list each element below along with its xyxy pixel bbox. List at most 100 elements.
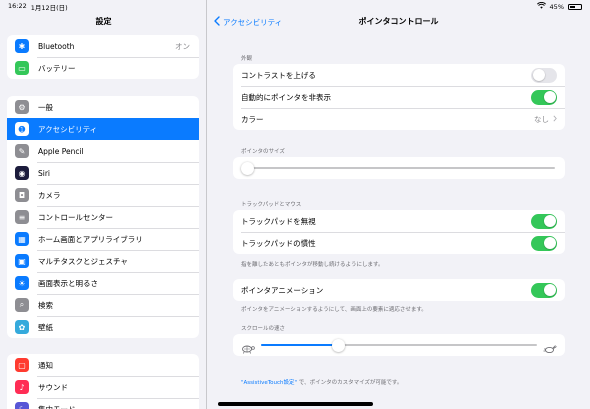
animation-group: ポインタアニメーション xyxy=(233,279,565,301)
sidebar-title: 設定 xyxy=(95,17,112,26)
increase-contrast-toggle[interactable] xyxy=(531,67,557,83)
siri-icon: ◉ xyxy=(15,166,29,180)
sidebar-item-label: 壁紙 xyxy=(38,322,53,332)
color-value: なし xyxy=(534,114,549,124)
trackpad-inertia-toggle[interactable] xyxy=(531,235,557,251)
pointer-animation-row: ポインタアニメーション xyxy=(233,279,565,301)
scroll-speed-slider[interactable] xyxy=(233,334,565,356)
sidebar-item-pencil[interactable]: ✎ Apple Pencil xyxy=(7,140,199,162)
sidebar-group-general: ⚙ 一般 ➊ アクセシビリティ ✎ Apple Pencil ◉ Siri ◘ カメラ ≡ コントロー… xyxy=(7,96,199,338)
assistive-touch-note: "AssistiveTouch設定" で、ポインタのカスタマイズが可能です。 xyxy=(241,378,402,386)
sidebar-item-wallpaper[interactable]: ✿ 壁紙 xyxy=(7,316,199,338)
wallpaper-icon: ✿ xyxy=(15,320,29,334)
sidebar-item-home-screen[interactable]: ▦ ホーム画面とアプリライブラリ xyxy=(7,228,199,250)
notifications-icon: ▢ xyxy=(15,358,29,372)
battery-percent: 45% xyxy=(549,2,564,11)
sidebar-item-gear[interactable]: ⚙ 一般 xyxy=(7,96,199,118)
trackpad-group: トラックパッドを無視 トラックパッドの慣性 xyxy=(233,210,565,254)
pointer-size-header: ポインタのサイズ xyxy=(241,149,285,155)
sidebar-item-label: Bluetooth xyxy=(38,41,75,51)
battery-level-fill xyxy=(570,5,575,8)
color-row[interactable]: カラー なし xyxy=(233,108,565,130)
scroll-speed-header: スクロールの速さ xyxy=(241,326,286,332)
trackpad-disable-toggle[interactable] xyxy=(531,213,557,229)
trackpad-disable-label: トラックパッドを無視 xyxy=(241,216,316,226)
sidebar-item-brightness[interactable]: ☀ 画面表示と明るさ xyxy=(7,272,199,294)
sidebar-group-notifications: ▢ 通知 ♪ サウンド ☾ 集中モード xyxy=(7,354,199,409)
pointer-control-pane: アクセシビリティ ポインタコントロール 外観 コントラストを上げる 自動的にポイ… xyxy=(207,0,590,409)
pointer-size-group xyxy=(233,157,565,179)
settings-sidebar: 設定 ✱ Bluetooth オン ▭ バッテリー ⚙ 一般 ➊ アクセシビリティ ✎ Apple… xyxy=(0,0,207,409)
trackpad-disable-row: トラックパッドを無視 xyxy=(233,210,565,232)
sidebar-item-search[interactable]: ⌕ 検索 xyxy=(7,294,199,316)
sidebar-item-control-center[interactable]: ≡ コントロールセンター xyxy=(7,206,199,228)
appearance-group: コントラストを上げる 自動的にポインタを非表示 カラー なし xyxy=(233,64,565,130)
auto-hide-pointer-row: 自動的にポインタを非表示 xyxy=(233,86,565,108)
sidebar-item-label: サウンド xyxy=(38,382,68,392)
trackpad-footer: 指を離したあともポインタが移動し続けるようにします。 xyxy=(241,262,384,268)
slider-thumb[interactable] xyxy=(331,338,345,352)
status-date: 1月12日(日) xyxy=(30,3,68,12)
assistive-touch-link[interactable]: "AssistiveTouch設定" xyxy=(241,380,297,386)
pointer-animation-label: ポインタアニメーション xyxy=(241,285,324,295)
turtle-icon xyxy=(241,339,255,356)
scroll-speed-group xyxy=(233,334,565,356)
sidebar-item-camera[interactable]: ◘ カメラ xyxy=(7,184,199,206)
slider-thumb[interactable] xyxy=(240,161,254,175)
sidebar-item-label: 集中モード xyxy=(38,404,76,409)
battery-status-icon xyxy=(568,3,582,10)
sidebar-group-connectivity: ✱ Bluetooth オン ▭ バッテリー xyxy=(7,35,199,79)
sidebar-item-notifications[interactable]: ▢ 通知 xyxy=(7,354,199,376)
sidebar-item-battery[interactable]: ▭ バッテリー xyxy=(7,57,199,79)
pointer-size-slider[interactable] xyxy=(233,157,565,179)
sidebar-item-multitasking[interactable]: ▣ マルチタスクとジェスチャ xyxy=(7,250,199,272)
home-indicator xyxy=(218,402,373,406)
hare-icon xyxy=(543,339,557,356)
camera-icon: ◘ xyxy=(15,188,29,202)
sidebar-item-value: オン xyxy=(175,41,190,51)
control-center-icon: ≡ xyxy=(15,210,29,224)
sidebar-item-label: 画面表示と明るさ xyxy=(38,278,98,288)
wifi-icon xyxy=(536,2,546,11)
sidebar-item-focus[interactable]: ☾ 集中モード xyxy=(7,398,199,409)
sidebar-item-label: 一般 xyxy=(38,102,53,112)
multitasking-icon: ▣ xyxy=(15,254,29,268)
sidebar-item-siri[interactable]: ◉ Siri xyxy=(7,162,199,184)
sidebar-item-label: 通知 xyxy=(38,360,53,370)
sidebar-item-label: Apple Pencil xyxy=(38,146,84,156)
appearance-header: 外観 xyxy=(241,56,253,62)
toggle-knob xyxy=(543,284,556,296)
battery-icon: ▭ xyxy=(15,61,29,75)
trackpad-header: トラックパッドとマウス xyxy=(241,202,302,208)
sidebar-item-label: コントロールセンター xyxy=(38,212,113,222)
sidebar-item-accessibility[interactable]: ➊ アクセシビリティ xyxy=(7,118,199,140)
gear-icon: ⚙ xyxy=(15,100,29,114)
pencil-icon: ✎ xyxy=(15,144,29,158)
auto-hide-pointer-toggle[interactable] xyxy=(531,89,557,105)
trackpad-inertia-label: トラックパッドの慣性 xyxy=(241,238,316,248)
focus-icon: ☾ xyxy=(15,402,29,409)
sidebar-item-label: カメラ xyxy=(38,190,61,200)
sidebar-item-label: アクセシビリティ xyxy=(38,124,98,134)
animation-footer: ポインタをアニメーションするようにして、画面上の要素に適応させます。 xyxy=(241,307,427,313)
color-label: カラー xyxy=(241,114,264,124)
sidebar-item-bluetooth[interactable]: ✱ Bluetooth オン xyxy=(7,35,199,57)
slider-fill xyxy=(261,344,339,346)
sidebar-item-label: ホーム画面とアプリライブラリ xyxy=(38,234,143,244)
toggle-knob xyxy=(543,215,556,227)
sidebar-item-label: 検索 xyxy=(38,300,53,310)
sidebar-item-label: Siri xyxy=(38,168,51,178)
status-time: 16:22 xyxy=(8,1,27,10)
sidebar-item-label: バッテリー xyxy=(38,63,76,73)
trackpad-inertia-row: トラックパッドの慣性 xyxy=(233,232,565,254)
sidebar-item-sound[interactable]: ♪ サウンド xyxy=(7,376,199,398)
pointer-animation-toggle[interactable] xyxy=(531,282,557,298)
toggle-knob xyxy=(532,69,545,81)
search-icon: ⌕ xyxy=(15,298,29,312)
nav-bar: アクセシビリティ ポインタコントロール xyxy=(207,16,590,30)
bluetooth-icon: ✱ xyxy=(15,39,29,53)
toggle-knob xyxy=(543,91,556,103)
accessibility-icon: ➊ xyxy=(15,122,29,136)
auto-hide-pointer-label: 自動的にポインタを非表示 xyxy=(241,92,331,102)
assistive-touch-note-text: で、ポインタのカスタマイズが可能です。 xyxy=(297,380,403,386)
